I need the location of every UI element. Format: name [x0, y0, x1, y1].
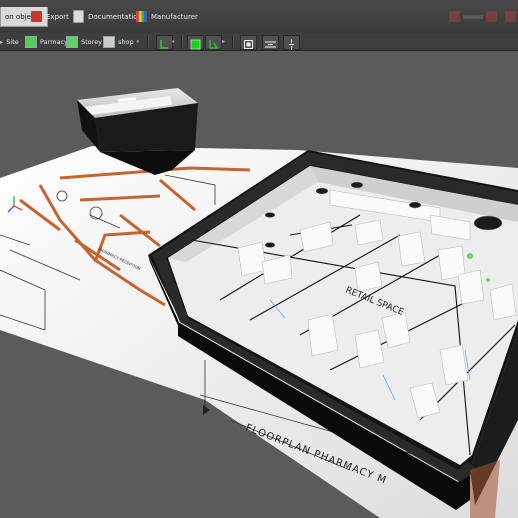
view-label: shop: [118, 37, 134, 46]
tool-label-placeholder: [463, 15, 483, 19]
building-icon: [25, 35, 37, 48]
site-label: Site: [6, 37, 19, 46]
chevron-down-icon: ▾: [136, 38, 140, 45]
angle-icon: [209, 40, 219, 49]
frame-icon: [244, 40, 253, 49]
tab-manufacturer[interactable]: Manufacturer: [136, 8, 198, 25]
fill-tool-button[interactable]: [187, 35, 204, 50]
tab-label: Export: [46, 12, 69, 21]
context-toolbar: ▸ Site Parmacy Storey shop ▾ ▾ ▸: [0, 33, 518, 51]
distribute-horizontal-icon: [265, 41, 276, 48]
tool-icon: [449, 11, 460, 22]
tab-label: Documentation: [88, 12, 142, 21]
building-selector[interactable]: Parmacy: [25, 35, 68, 48]
frame-tool-button[interactable]: [240, 35, 257, 50]
chevron-down-icon[interactable]: ▾: [172, 35, 175, 48]
brick-corner: [470, 460, 500, 518]
horizontal-distribute-button[interactable]: [262, 35, 279, 50]
storey-icon: [66, 35, 78, 48]
export-icon: [31, 11, 42, 22]
axis-icon: [160, 40, 168, 49]
document-icon: [73, 10, 84, 23]
angle-tool-button[interactable]: [205, 35, 222, 50]
3d-viewport[interactable]: PHARMACY RECEPTION RETAIL SPACE FLOORPLA…: [0, 51, 518, 518]
square-fill-icon: [190, 39, 201, 50]
tab-documentation[interactable]: Documentation: [73, 8, 142, 25]
toolbar-divider: [181, 35, 183, 48]
disabled-tools: [449, 11, 499, 23]
toolbar-divider: [232, 35, 234, 48]
building-label: Parmacy: [40, 37, 68, 46]
toolbar-divider: [147, 35, 149, 48]
axis-tool-button[interactable]: [156, 35, 173, 50]
tab-label: Manufacturer: [151, 12, 198, 21]
disabled-tool-icon: [505, 11, 516, 22]
tool-icon: [486, 11, 497, 22]
chevron-right-icon[interactable]: ▸: [222, 35, 225, 48]
vertical-distribute-button[interactable]: [283, 35, 300, 50]
storey-selector[interactable]: Storey: [66, 35, 102, 48]
manufacturer-icon: [136, 11, 147, 22]
view-selector[interactable]: shop ▾: [103, 35, 139, 48]
scene: PHARMACY RECEPTION RETAIL SPACE FLOORPLA…: [0, 88, 518, 518]
tab-export[interactable]: Export: [31, 8, 69, 25]
main-ribbon: on objects Export Documentation Manufact…: [0, 0, 518, 34]
storey-label: Storey: [81, 37, 103, 46]
view-icon: [103, 35, 115, 48]
arrow-icon: ▸: [0, 37, 4, 46]
distribute-vertical-icon: [289, 39, 294, 50]
site-selector[interactable]: ▸ Site: [0, 35, 19, 48]
